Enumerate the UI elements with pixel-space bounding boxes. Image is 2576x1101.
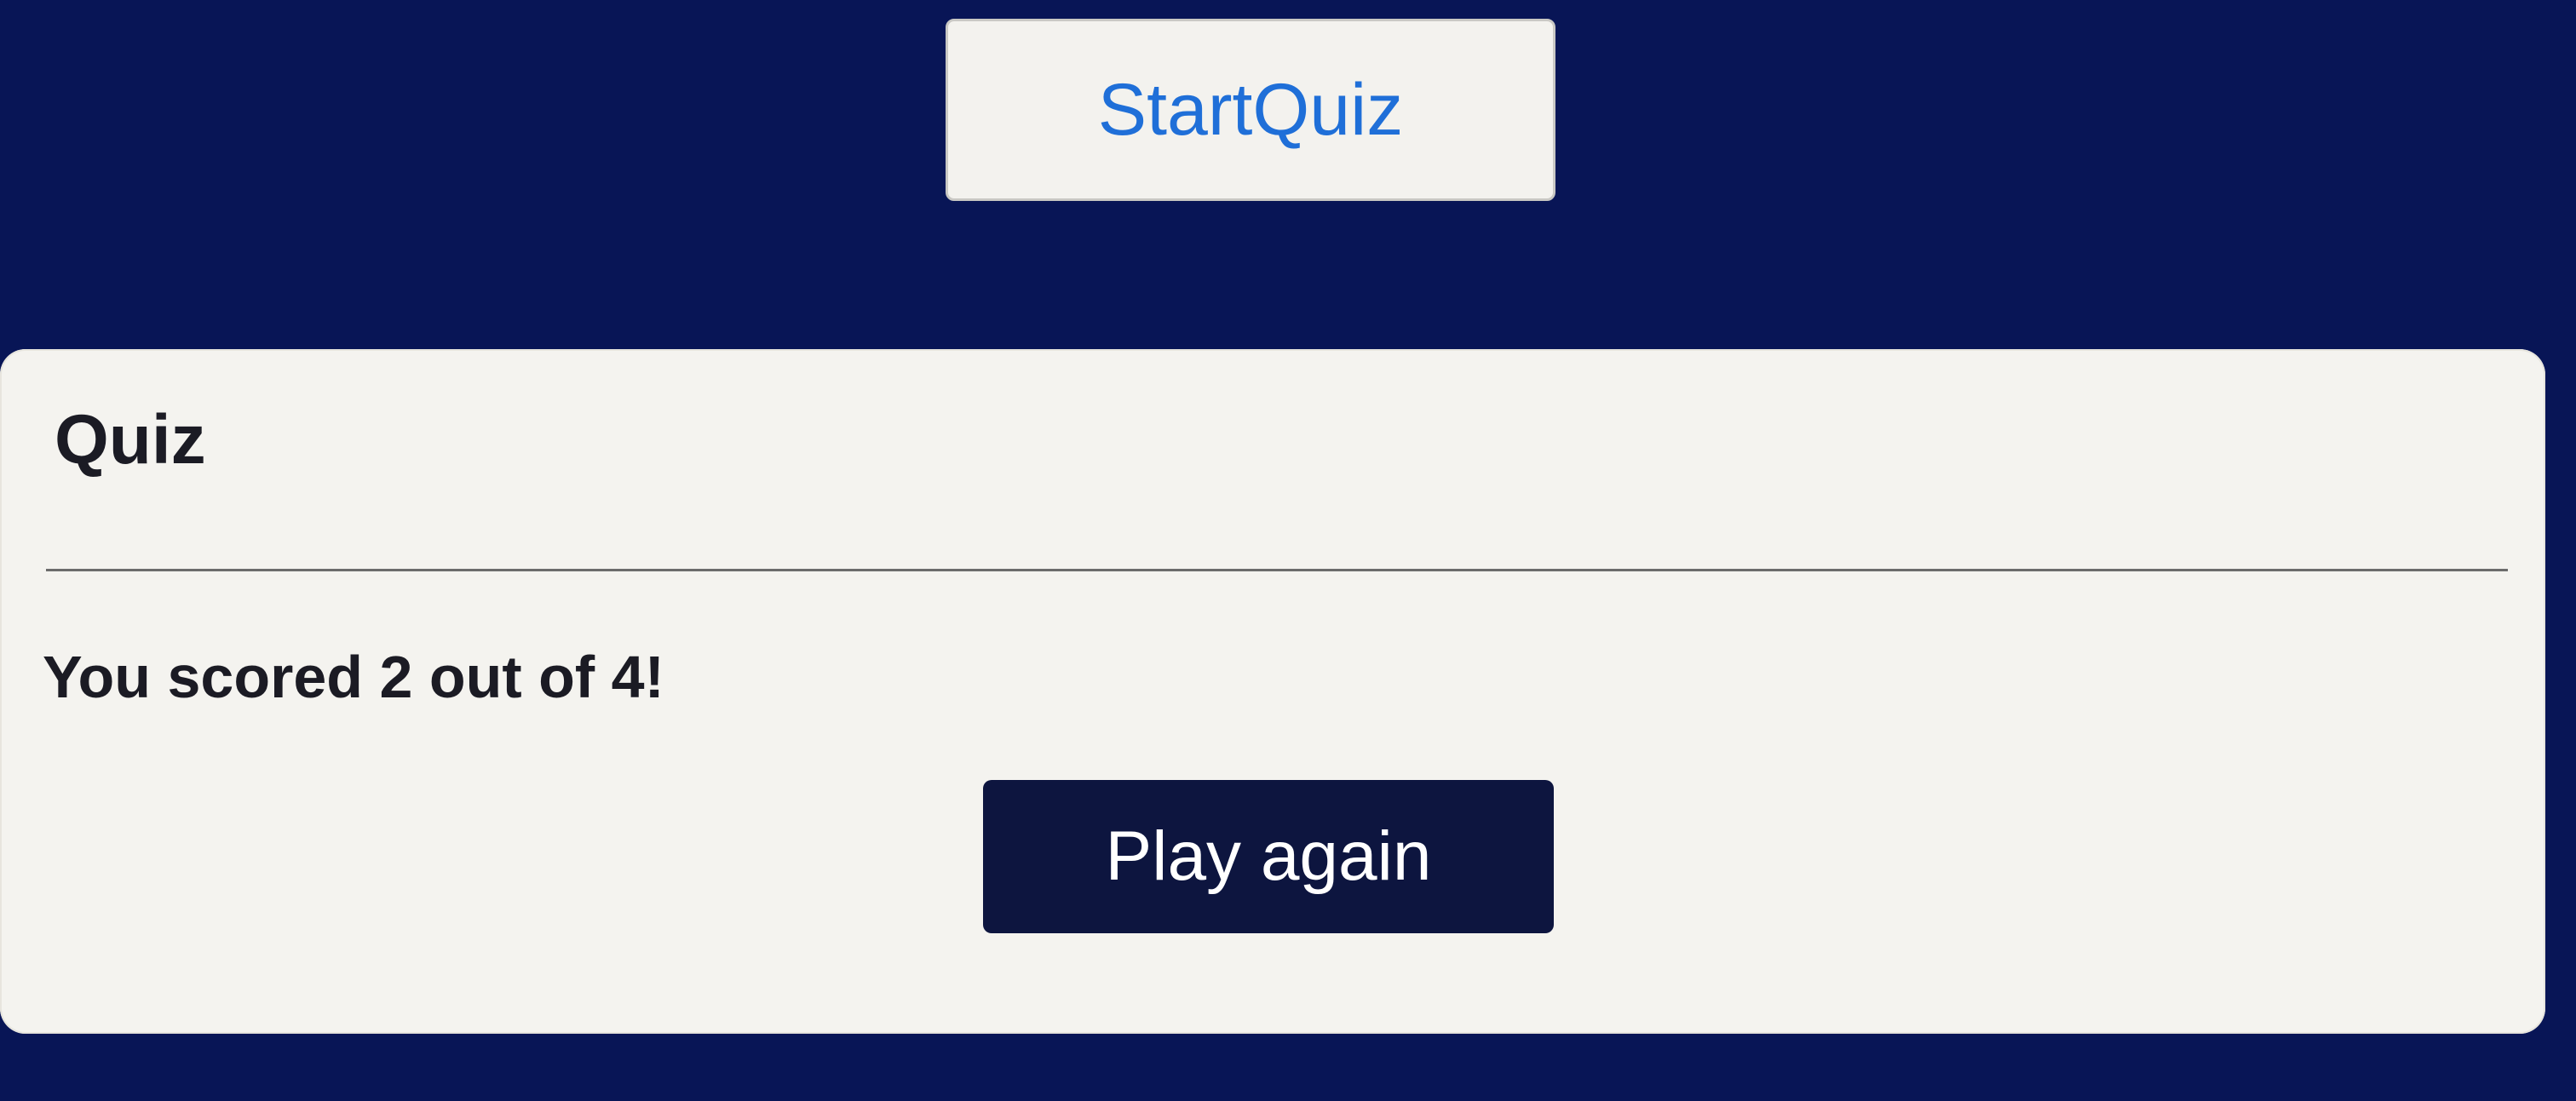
divider	[46, 569, 2508, 571]
quiz-title: Quiz	[55, 401, 206, 479]
start-quiz-button[interactable]: StartQuiz	[946, 19, 1555, 201]
play-again-button[interactable]: Play again	[983, 780, 1554, 933]
score-result-text: You scored 2 out of 4!	[43, 644, 664, 710]
quiz-card: Quiz You scored 2 out of 4! Play again	[0, 349, 2545, 1034]
